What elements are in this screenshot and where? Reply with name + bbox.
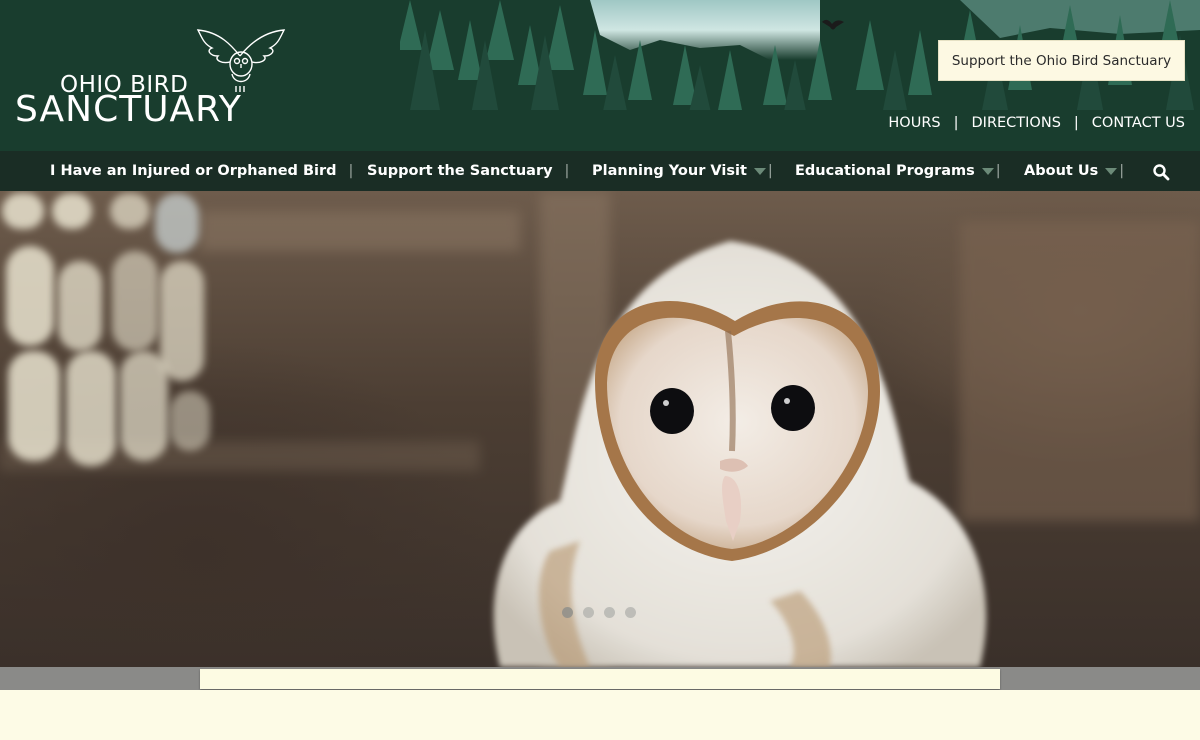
chevron-down-icon: [753, 167, 766, 175]
nav-item-label: Educational Programs: [795, 163, 975, 179]
content-panel-top: [200, 669, 1000, 689]
nav-separator: |: [767, 163, 773, 179]
site-logo[interactable]: OHIO BIRD SANCTUARY: [12, 26, 292, 130]
hours-link[interactable]: HOURS: [888, 115, 940, 131]
bokeh-light: [8, 351, 60, 461]
nav-item-planning-visit[interactable]: Planning Your Visit |: [592, 151, 773, 191]
nav-item-educational-programs[interactable]: Educational Programs |: [795, 151, 1001, 191]
nav-item-about-us[interactable]: About Us |: [1024, 151, 1124, 191]
directions-link[interactable]: DIRECTIONS: [972, 115, 1061, 131]
baby-barn-owl-image: [493, 241, 987, 667]
bokeh-light: [6, 246, 54, 346]
nav-separator: |: [995, 163, 1001, 179]
nav-item-label: About Us: [1024, 163, 1099, 179]
chevron-down-icon: [981, 167, 994, 175]
bokeh-light: [2, 193, 44, 229]
search-icon[interactable]: [1152, 163, 1170, 181]
hero-slider[interactable]: [0, 191, 1200, 667]
site-header: OHIO BIRD SANCTUARY Support the Ohio Bir…: [0, 0, 1200, 151]
page-content-area: [0, 690, 1200, 740]
nav-item-label: Planning Your Visit: [592, 163, 747, 179]
bokeh-light: [66, 351, 116, 466]
support-sanctuary-button[interactable]: Support the Ohio Bird Sanctuary: [938, 40, 1185, 81]
nav-item-label: Support the Sanctuary: [367, 163, 553, 179]
bokeh-light: [120, 351, 168, 461]
utility-nav: HOURS | DIRECTIONS | CONTACT US: [888, 115, 1185, 131]
nav-item-injured-bird[interactable]: I Have an Injured or Orphaned Bird |: [50, 151, 353, 191]
separator: |: [1073, 115, 1079, 131]
nav-separator: |: [348, 163, 354, 179]
slider-pagination: [562, 607, 636, 618]
contact-us-link[interactable]: CONTACT US: [1092, 115, 1185, 131]
slide-dot-2[interactable]: [583, 607, 594, 618]
logo-text-sanctuary: SANCTUARY: [15, 89, 242, 130]
bokeh-light: [155, 193, 199, 253]
nav-item-label: I Have an Injured or Orphaned Bird: [50, 163, 337, 179]
owl-logo-icon: [196, 29, 286, 92]
slide-dot-4[interactable]: [625, 607, 636, 618]
bokeh-light: [170, 391, 210, 451]
bokeh-light: [52, 193, 92, 229]
chevron-down-icon: [1105, 167, 1118, 175]
bokeh-light: [110, 193, 150, 229]
nav-item-support-sanctuary[interactable]: Support the Sanctuary |: [367, 151, 569, 191]
bokeh-light: [160, 261, 204, 381]
nav-separator: |: [1119, 163, 1125, 179]
bokeh-light: [112, 251, 158, 351]
bokeh-light: [58, 261, 102, 351]
main-nav: I Have an Injured or Orphaned Bird | Sup…: [0, 151, 1200, 191]
slide-dot-3[interactable]: [604, 607, 615, 618]
nav-separator: |: [564, 163, 570, 179]
slide-dot-1[interactable]: [562, 607, 573, 618]
separator: |: [953, 115, 959, 131]
